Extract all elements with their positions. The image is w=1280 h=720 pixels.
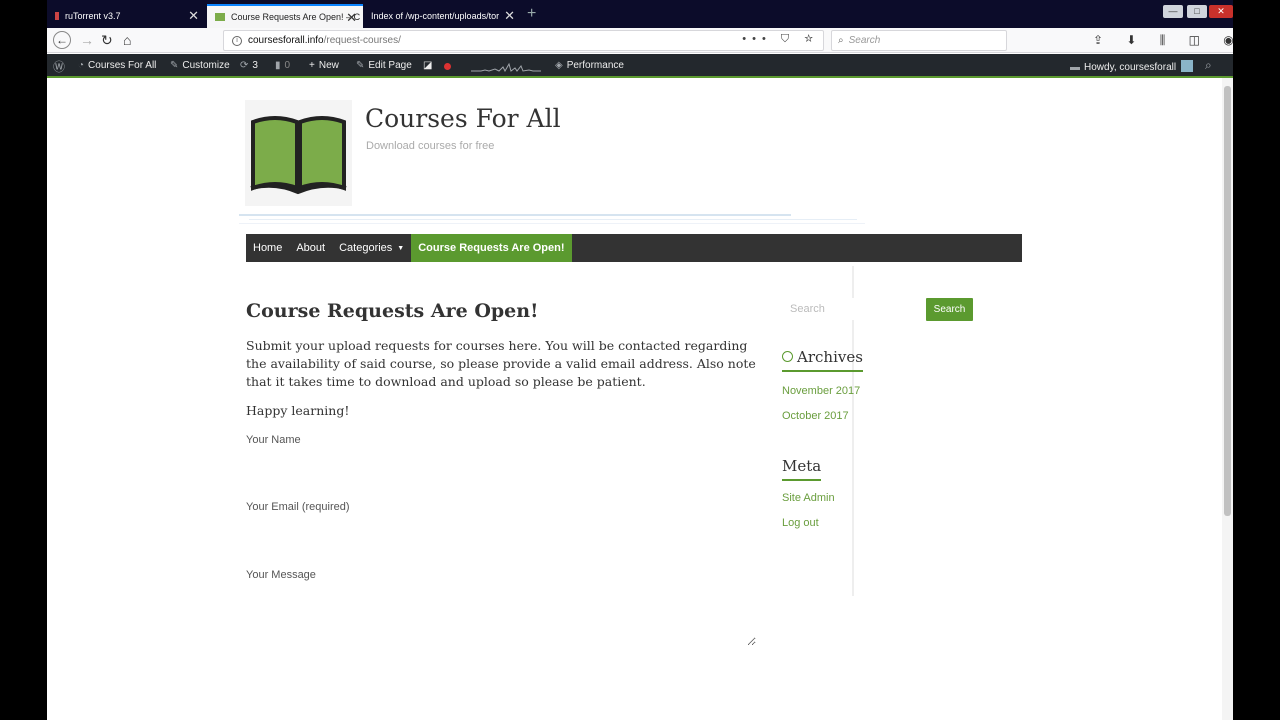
toolbar-icons[interactable]: ⇪ ⬇ ⫼ ◫ ◉ ≡ [1093, 33, 1233, 48]
page-closing-text: Happy learning! [246, 403, 350, 418]
forward-button[interactable]: → [80, 31, 94, 49]
comments-count: 0 [284, 60, 291, 71]
browser-window: ruTorrent v3.7 ✕ Course Requests Are Ope… [47, 0, 1233, 720]
url-path: /request-courses/ [323, 35, 401, 46]
archives-title-text: Archives [797, 348, 863, 366]
close-tab-icon[interactable]: ✕ [188, 9, 199, 22]
brush-icon: ✎ [170, 60, 179, 71]
site-favicon-icon [215, 13, 225, 21]
nav-categories-label: Categories [339, 242, 393, 254]
nav-item-about[interactable]: About [289, 234, 332, 262]
vertical-scrollbar[interactable] [1222, 78, 1233, 720]
caret-down-icon: ▼ [397, 245, 405, 252]
updates-count: 3 [252, 60, 258, 71]
site-admin-link[interactable]: Site Admin [782, 492, 835, 504]
archive-link-october-2017[interactable]: October 2017 [782, 410, 849, 422]
site-title[interactable]: Courses For All [365, 104, 561, 133]
avatar [1181, 60, 1194, 72]
updates-icon: ⟳ [240, 60, 249, 71]
name-label: Your Name [246, 434, 301, 446]
home-button[interactable]: ⌂ [123, 31, 131, 49]
comment-icon: ▮ [275, 60, 281, 71]
admin-performance-link[interactable]: ◈ Performance [555, 60, 624, 71]
tab-rutorrent[interactable]: ruTorrent v3.7 ✕ [47, 4, 205, 28]
clock-icon [782, 351, 793, 362]
search-placeholder: Search [848, 35, 881, 46]
log-out-link[interactable]: Log out [782, 517, 819, 529]
open-book-icon [250, 116, 347, 195]
scrollbar-thumb[interactable] [1224, 86, 1231, 516]
message-field[interactable] [246, 586, 756, 646]
nav-item-course-requests[interactable]: Course Requests Are Open! [411, 234, 572, 262]
plus-icon: + [309, 60, 315, 71]
screen: ruTorrent v3.7 ✕ Course Requests Are Ope… [0, 0, 1280, 720]
performance-icon: ◈ [555, 60, 563, 71]
admin-account-link[interactable]: ▬ Howdy, coursesforall [1070, 60, 1194, 73]
seo-status-dot-icon [444, 63, 451, 70]
rutorrent-favicon-icon [55, 12, 59, 20]
admin-customize-link[interactable]: ✎ Customize [170, 60, 230, 71]
search-icon: ⌕ [838, 35, 844, 46]
minimize-button[interactable]: — [1163, 5, 1183, 18]
edit-page-label: Edit Page [368, 60, 412, 71]
close-tab-icon[interactable]: ✕ [346, 11, 357, 24]
tab-course-requests[interactable]: Course Requests Are Open! – C ✕ [207, 4, 363, 28]
admin-updates-link[interactable]: ⟳ 3 [240, 60, 258, 71]
sidebar-search-input[interactable]: Search [786, 298, 924, 320]
pencil-icon: ✎ [356, 60, 365, 71]
url-host: coursesforall.info [248, 35, 324, 46]
wp-admin-bar: Ⓦ ◔ Courses For All ✎ Customize ⟳ 3 ▮ 0 + New… [47, 54, 1233, 78]
howdy-label: Howdy, coursesforall [1084, 62, 1177, 73]
nav-item-home[interactable]: Home [246, 234, 289, 262]
close-tab-icon[interactable]: ✕ [504, 9, 515, 22]
nav-item-categories[interactable]: Categories ▼ [332, 234, 411, 262]
admin-search-icon[interactable]: ⌕ [1205, 58, 1212, 73]
admin-edit-page-link[interactable]: ✎ Edit Page [356, 60, 412, 71]
page-intro-text: Submit your upload requests for courses … [246, 338, 756, 389]
page-title: Course Requests Are Open! [246, 300, 539, 322]
web-page: Courses For All Download courses for fre… [47, 78, 1233, 720]
tab-strip: ruTorrent v3.7 ✕ Course Requests Are Ope… [47, 0, 1233, 28]
browser-search-input[interactable]: ⌕ Search [831, 30, 1007, 51]
monitor-icon: ▬ [1070, 62, 1080, 73]
email-label: Your Email (required) [246, 501, 350, 513]
activity-sparkline-icon [471, 62, 541, 72]
message-label: Your Message [246, 569, 316, 581]
reload-button[interactable]: ↻ [101, 31, 113, 49]
wordpress-logo-icon[interactable]: Ⓦ [53, 58, 65, 75]
performance-label: Performance [566, 60, 624, 71]
url-action-icons[interactable]: ••• ⛉ ☆ [742, 33, 819, 46]
site-tagline: Download courses for free [366, 140, 495, 152]
admin-site-name: Courses For All [88, 60, 157, 71]
new-label: New [318, 60, 339, 71]
back-button[interactable]: ← [53, 31, 71, 49]
sidebar-search-button[interactable]: Search [926, 298, 973, 321]
main-navigation: Home About Categories ▼ Course Requests A… [246, 234, 1022, 262]
archives-widget-title: Archives [782, 348, 863, 372]
decorative-divider [239, 214, 865, 224]
site-info-icon[interactable]: i [232, 35, 242, 46]
admin-new-link[interactable]: + New [309, 60, 339, 71]
tab-title: Index of /wp-content/uploads/tor [371, 11, 500, 21]
customize-label: Customize [182, 60, 230, 71]
meta-widget-title: Meta [782, 457, 822, 481]
site-logo[interactable] [245, 100, 352, 206]
admin-site-link[interactable]: ◔ Courses For All [78, 60, 156, 71]
url-bar[interactable]: i coursesforall.info /request-courses/ •… [223, 30, 824, 51]
tab-title: ruTorrent v3.7 [65, 11, 121, 21]
archive-link-november-2017[interactable]: November 2017 [782, 385, 860, 397]
close-window-button[interactable]: ✕ [1209, 5, 1233, 18]
admin-comments-link[interactable]: ▮ 0 [275, 60, 290, 71]
tab-title: Course Requests Are Open! – C [231, 12, 361, 22]
name-field[interactable] [246, 450, 756, 480]
new-tab-button[interactable]: + [527, 5, 536, 23]
navigation-toolbar: ← → ↻ ⌂ i coursesforall.info /request-co… [47, 28, 1233, 53]
yoast-seo-icon[interactable]: ◪ [423, 60, 432, 71]
maximize-button[interactable]: □ [1187, 5, 1207, 18]
email-field[interactable] [246, 518, 756, 548]
tab-index-uploads[interactable]: Index of /wp-content/uploads/tor ✕ [363, 4, 521, 28]
dashboard-icon: ◔ [78, 60, 85, 71]
